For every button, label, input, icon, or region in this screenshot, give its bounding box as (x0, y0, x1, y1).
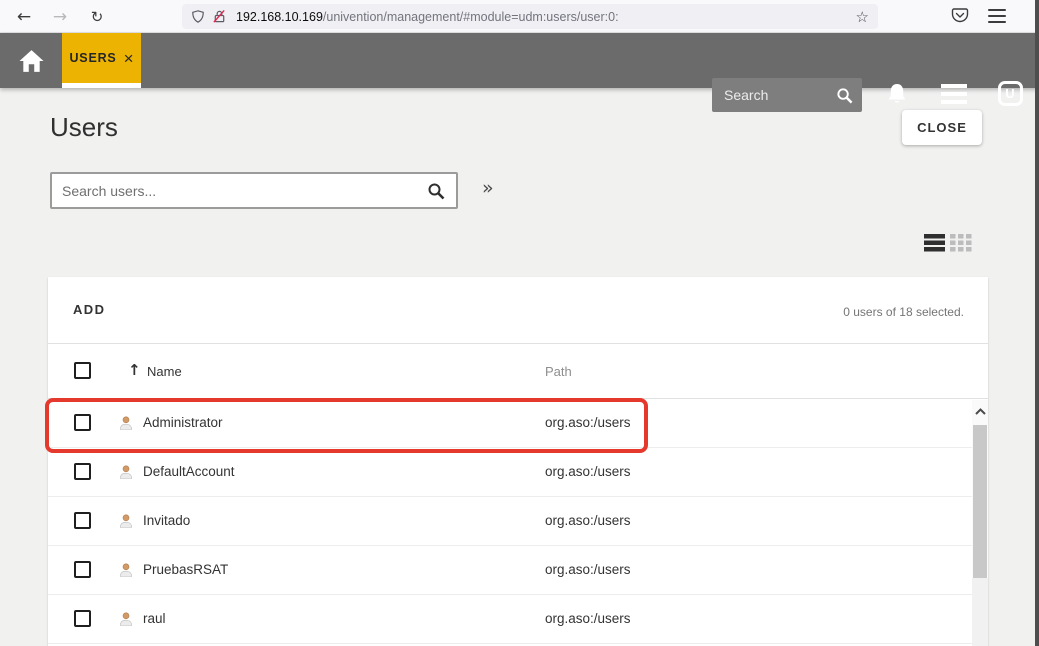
scroll-up-icon[interactable] (972, 400, 988, 422)
user-avatar-icon (118, 611, 134, 627)
bookmark-star-icon[interactable]: ☆ (856, 8, 869, 26)
user-name: Invitado (143, 513, 190, 528)
pocket-icon[interactable] (951, 6, 969, 24)
column-header-path[interactable]: Path (545, 364, 572, 379)
table-row-invitado[interactable]: Invitado org.aso:/users (48, 497, 988, 546)
row-checkbox[interactable] (74, 512, 91, 529)
user-path: org.aso:/users (545, 562, 631, 577)
user-avatar-icon (118, 464, 134, 480)
browser-toolbar: ← → ↻ 192.168.10.169/univention/manageme… (0, 0, 1039, 33)
bell-icon (886, 82, 908, 106)
grid-scrollbar[interactable] (972, 400, 988, 646)
browser-menu-icon[interactable] (988, 9, 1006, 23)
user-search-box[interactable] (50, 172, 458, 209)
select-all-checkbox[interactable] (74, 362, 91, 379)
user-name: Administrator (143, 415, 223, 430)
selection-status: 0 users of 18 selected. (843, 305, 964, 319)
forward-icon[interactable]: → (46, 0, 74, 33)
search-icon[interactable] (836, 87, 853, 104)
insecure-lock-icon[interactable] (212, 9, 227, 24)
close-button[interactable]: CLOSE (902, 110, 982, 145)
address-bar[interactable]: 192.168.10.169/univention/management/#mo… (182, 4, 878, 29)
home-button[interactable] (0, 33, 62, 88)
url-host: 192.168.10.169 (236, 10, 323, 24)
reload-icon[interactable]: ↻ (83, 0, 111, 33)
grid-view-icon[interactable] (950, 233, 972, 253)
tab-users-label: USERS (69, 51, 116, 65)
row-checkbox[interactable] (74, 414, 91, 431)
tab-users[interactable]: USERS × (62, 33, 141, 88)
univention-logo-letter: U (1005, 86, 1014, 101)
table-row-pruebasrsat[interactable]: PruebasRSAT org.aso:/users (48, 546, 988, 595)
user-path: org.aso:/users (545, 464, 631, 479)
row-checkbox[interactable] (74, 610, 91, 627)
table-row-administrator[interactable]: Administrator org.aso:/users (48, 399, 988, 448)
user-name: raul (143, 611, 166, 626)
url-path: /univention/management/#module=udm:users… (323, 10, 619, 24)
back-icon[interactable]: ← (10, 0, 38, 33)
table-row-defaultaccount[interactable]: DefaultAccount org.aso:/users (48, 448, 988, 497)
univention-logo[interactable]: U (994, 66, 1026, 121)
tab-close-icon[interactable]: × (124, 50, 134, 67)
row-checkbox[interactable] (74, 561, 91, 578)
global-search[interactable] (712, 78, 862, 112)
user-path: org.aso:/users (545, 513, 631, 528)
table-row-raul[interactable]: raul org.aso:/users (48, 595, 988, 644)
user-avatar-icon (118, 415, 134, 431)
grid-header-row: ↑ Name Path (48, 344, 988, 399)
scrollbar-thumb[interactable] (973, 425, 987, 578)
user-name: PruebasRSAT (143, 562, 228, 577)
search-icon[interactable] (427, 182, 445, 200)
list-view-icon[interactable] (924, 233, 945, 253)
page-title: Users (50, 112, 118, 143)
scrollbar-track[interactable] (972, 578, 988, 646)
user-avatar-icon (118, 513, 134, 529)
shield-icon[interactable] (191, 9, 205, 24)
window-scrollbar[interactable] (1035, 0, 1039, 646)
row-checkbox[interactable] (74, 463, 91, 480)
users-grid-card: ADD 0 users of 18 selected. ↑ Name Path … (48, 277, 988, 646)
user-search-input[interactable] (52, 183, 427, 199)
sort-ascending-icon[interactable]: ↑ (128, 361, 141, 379)
column-header-name[interactable]: Name (147, 364, 182, 379)
umc-header: USERS × U (0, 33, 1039, 88)
add-user-button[interactable]: ADD (73, 302, 105, 317)
grid-toolbar: ADD 0 users of 18 selected. (48, 277, 988, 344)
global-search-input[interactable] (712, 87, 836, 103)
user-path: org.aso:/users (545, 611, 631, 626)
user-path: org.aso:/users (545, 415, 631, 430)
user-avatar-icon (118, 562, 134, 578)
user-name: DefaultAccount (143, 464, 235, 479)
url-text[interactable]: 192.168.10.169/univention/management/#mo… (236, 10, 848, 24)
expand-search-button[interactable]: » (482, 177, 494, 199)
home-icon (18, 49, 45, 73)
